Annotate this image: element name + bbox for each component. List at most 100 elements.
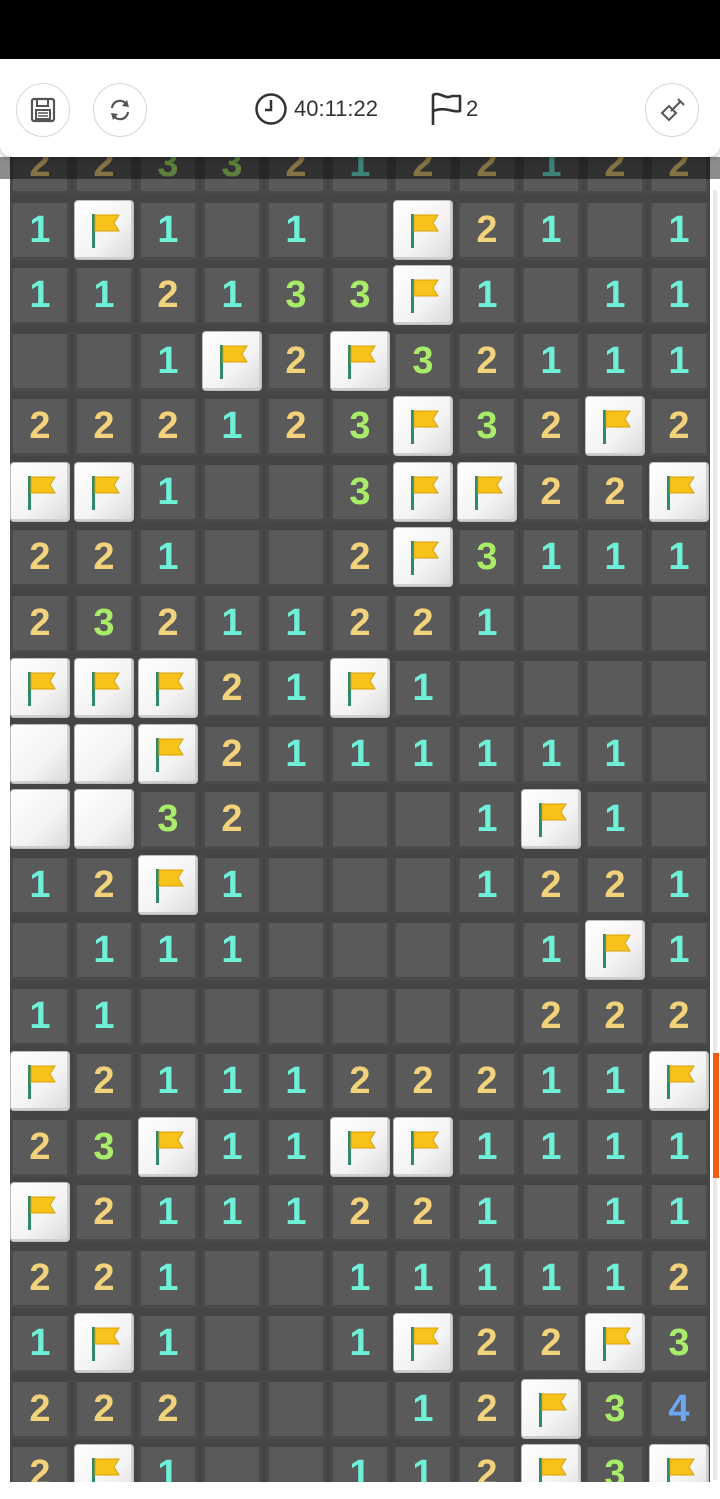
revealed-cell[interactable]: 2: [457, 331, 517, 391]
flagged-cell[interactable]: [330, 1117, 390, 1177]
revealed-cell[interactable]: 1: [138, 920, 198, 980]
revealed-cell[interactable]: 1: [74, 986, 134, 1046]
hidden-cell[interactable]: [74, 789, 134, 849]
revealed-cell[interactable]: 2: [10, 1248, 70, 1308]
revealed-cell[interactable]: [649, 789, 709, 849]
revealed-cell[interactable]: 1: [202, 855, 262, 915]
revealed-cell[interactable]: [202, 200, 262, 260]
flagged-cell[interactable]: [521, 789, 581, 849]
revealed-cell[interactable]: [330, 855, 390, 915]
revealed-cell[interactable]: [521, 658, 581, 718]
revealed-cell[interactable]: 2: [74, 1379, 134, 1439]
revealed-cell[interactable]: [393, 920, 453, 980]
revealed-cell[interactable]: 2: [457, 1444, 517, 1482]
flagged-cell[interactable]: [393, 527, 453, 587]
flagged-cell[interactable]: [74, 462, 134, 522]
revealed-cell[interactable]: [202, 527, 262, 587]
revealed-cell[interactable]: 2: [74, 1182, 134, 1242]
revealed-cell[interactable]: 1: [585, 1248, 645, 1308]
flagged-cell[interactable]: [649, 462, 709, 522]
revealed-cell[interactable]: [74, 331, 134, 391]
revealed-cell[interactable]: 1: [138, 331, 198, 391]
flagged-cell[interactable]: [393, 200, 453, 260]
revealed-cell[interactable]: [393, 789, 453, 849]
flagged-cell[interactable]: [585, 1313, 645, 1373]
revealed-cell[interactable]: [457, 658, 517, 718]
revealed-cell[interactable]: 2: [393, 1182, 453, 1242]
revealed-cell[interactable]: 2: [202, 724, 262, 784]
revealed-cell[interactable]: 1: [330, 1248, 390, 1308]
flagged-cell[interactable]: [10, 658, 70, 718]
revealed-cell[interactable]: 1: [585, 265, 645, 325]
revealed-cell[interactable]: [521, 593, 581, 653]
revealed-cell[interactable]: 1: [457, 1248, 517, 1308]
revealed-cell[interactable]: 2: [10, 396, 70, 456]
revealed-cell[interactable]: 1: [585, 1182, 645, 1242]
flagged-cell[interactable]: [521, 1444, 581, 1482]
revealed-cell[interactable]: 1: [330, 1444, 390, 1482]
restart-button[interactable]: [93, 83, 147, 137]
revealed-cell[interactable]: 2: [10, 527, 70, 587]
flagged-cell[interactable]: [393, 462, 453, 522]
revealed-cell[interactable]: 2: [74, 527, 134, 587]
revealed-cell[interactable]: 1: [202, 265, 262, 325]
revealed-cell[interactable]: 1: [138, 1182, 198, 1242]
revealed-cell[interactable]: 2: [202, 658, 262, 718]
scrollbar-thumb[interactable]: [713, 1053, 719, 1178]
revealed-cell[interactable]: 2: [74, 1051, 134, 1111]
revealed-cell[interactable]: 1: [521, 1248, 581, 1308]
revealed-cell[interactable]: [138, 986, 198, 1046]
revealed-cell[interactable]: 1: [74, 920, 134, 980]
hidden-cell[interactable]: [10, 724, 70, 784]
revealed-cell[interactable]: 1: [457, 1182, 517, 1242]
flagged-cell[interactable]: [393, 1313, 453, 1373]
flagged-cell[interactable]: [74, 1444, 134, 1482]
revealed-cell[interactable]: [202, 462, 262, 522]
revealed-cell[interactable]: 1: [10, 1313, 70, 1373]
revealed-cell[interactable]: 1: [521, 331, 581, 391]
revealed-cell[interactable]: 3: [74, 593, 134, 653]
flagged-cell[interactable]: [330, 658, 390, 718]
revealed-cell[interactable]: 1: [202, 1051, 262, 1111]
revealed-cell[interactable]: [266, 789, 326, 849]
revealed-cell[interactable]: 1: [457, 789, 517, 849]
revealed-cell[interactable]: [585, 200, 645, 260]
revealed-cell[interactable]: [266, 855, 326, 915]
revealed-cell[interactable]: [393, 855, 453, 915]
revealed-cell[interactable]: 3: [457, 527, 517, 587]
revealed-cell[interactable]: 2: [457, 1313, 517, 1373]
revealed-cell[interactable]: 2: [521, 462, 581, 522]
revealed-cell[interactable]: 2: [457, 1051, 517, 1111]
revealed-cell[interactable]: 2: [521, 1313, 581, 1373]
revealed-cell[interactable]: 4: [649, 1379, 709, 1439]
revealed-cell[interactable]: [457, 986, 517, 1046]
revealed-cell[interactable]: 3: [330, 265, 390, 325]
revealed-cell[interactable]: 1: [585, 331, 645, 391]
revealed-cell[interactable]: 1: [521, 724, 581, 784]
revealed-cell[interactable]: 2: [393, 1051, 453, 1111]
revealed-cell[interactable]: 1: [649, 1182, 709, 1242]
revealed-cell[interactable]: 1: [521, 527, 581, 587]
revealed-cell[interactable]: 2: [138, 593, 198, 653]
flagged-cell[interactable]: [393, 396, 453, 456]
flagged-cell[interactable]: [74, 658, 134, 718]
revealed-cell[interactable]: 1: [649, 265, 709, 325]
revealed-cell[interactable]: 3: [266, 265, 326, 325]
revealed-cell[interactable]: [330, 920, 390, 980]
revealed-cell[interactable]: 1: [393, 1248, 453, 1308]
revealed-cell[interactable]: 1: [10, 986, 70, 1046]
revealed-cell[interactable]: 1: [649, 920, 709, 980]
revealed-cell[interactable]: 1: [138, 462, 198, 522]
revealed-cell[interactable]: 2: [457, 200, 517, 260]
revealed-cell[interactable]: 1: [649, 1117, 709, 1177]
revealed-cell[interactable]: 3: [585, 1444, 645, 1482]
revealed-cell[interactable]: 2: [330, 1051, 390, 1111]
revealed-cell[interactable]: 1: [138, 1051, 198, 1111]
revealed-cell[interactable]: 1: [202, 396, 262, 456]
revealed-cell[interactable]: 1: [521, 1117, 581, 1177]
revealed-cell[interactable]: 2: [393, 593, 453, 653]
revealed-cell[interactable]: 2: [10, 1379, 70, 1439]
hidden-cell[interactable]: [74, 724, 134, 784]
revealed-cell[interactable]: 1: [10, 200, 70, 260]
revealed-cell[interactable]: 2: [585, 462, 645, 522]
